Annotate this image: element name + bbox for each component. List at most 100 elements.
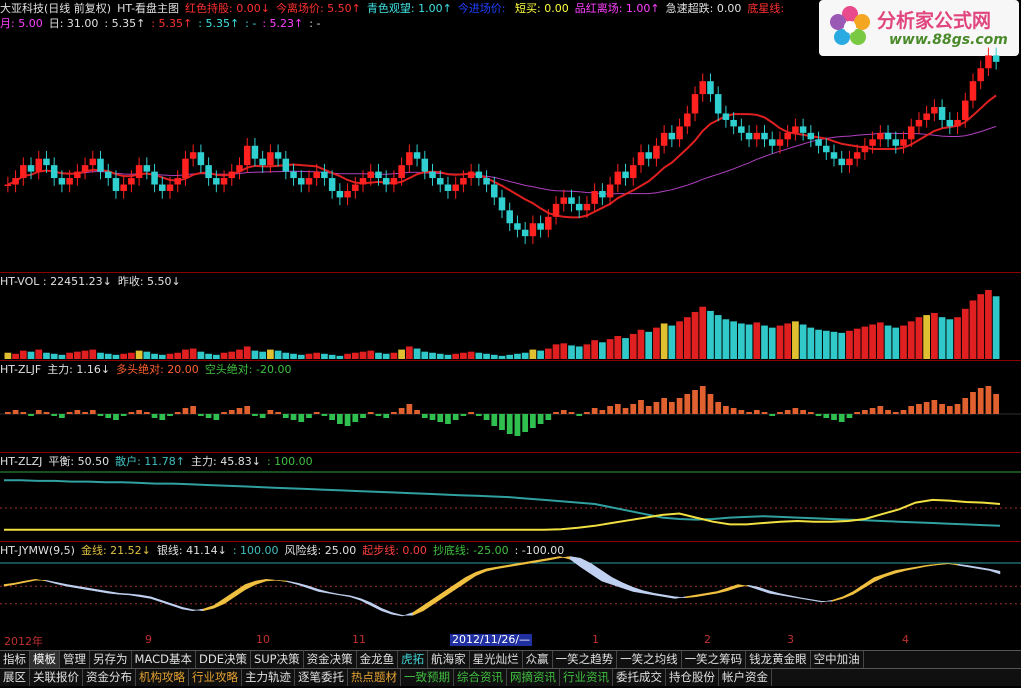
volume-bar: [490, 354, 498, 359]
candle-body: [50, 165, 58, 179]
volume-bar: [436, 353, 444, 359]
volume-bar: [668, 325, 676, 359]
volume-bar: [954, 317, 961, 359]
tab-item[interactable]: 逐笔委托: [295, 669, 348, 686]
tab-item[interactable]: 机构攻略: [136, 669, 189, 686]
candle-body: [506, 210, 513, 224]
tab-item[interactable]: 委托成交: [613, 669, 666, 686]
volume-bar: [560, 343, 568, 359]
tab-item[interactable]: 热点题材: [348, 669, 401, 686]
candle-body: [514, 223, 521, 230]
jymw-band: [77, 585, 89, 591]
tab-item[interactable]: 一笑之筹码: [682, 651, 747, 668]
tab-item[interactable]: DDE决策: [196, 651, 251, 668]
tab-item[interactable]: 帐户资金: [719, 669, 772, 686]
volume-bar: [212, 354, 220, 359]
date-tick-label: 3: [787, 633, 794, 646]
volume-bar: [305, 353, 313, 359]
jymw-band: [45, 579, 57, 585]
candle-body: [730, 119, 737, 127]
tab-item[interactable]: 另存为: [90, 651, 132, 668]
tab-item[interactable]: 持仓股份: [666, 669, 719, 686]
candle-body: [992, 55, 1000, 62]
volume-bar: [730, 321, 737, 359]
tab-item[interactable]: 关联报价: [30, 669, 83, 686]
volume-bar: [969, 300, 977, 359]
tab-item[interactable]: 空中加油: [811, 651, 864, 668]
candle-body: [537, 223, 544, 230]
candle-body: [946, 119, 954, 127]
jymw-band: [664, 594, 676, 599]
candle-body: [714, 94, 722, 114]
volume-bar: [529, 349, 537, 359]
tab-item[interactable]: 一笑之均线: [617, 651, 682, 668]
chart-canvas[interactable]: [0, 0, 1021, 633]
candle-body: [521, 229, 529, 237]
tab-item[interactable]: 星光灿烂: [470, 651, 523, 668]
candle-body: [892, 139, 900, 146]
jymw-band: [842, 591, 854, 599]
volume-bar: [398, 349, 405, 359]
candle-body: [483, 178, 490, 185]
candle-body: [622, 171, 629, 179]
tab-item[interactable]: 金龙鱼: [357, 651, 399, 668]
volume-bar: [390, 352, 398, 359]
jymw-band: [318, 589, 330, 594]
tab-item[interactable]: 钱龙黄金眼: [746, 651, 811, 668]
volume-bar: [405, 346, 413, 359]
tab-item[interactable]: 资金分布: [83, 669, 136, 686]
tab-item[interactable]: 综合资讯: [454, 669, 507, 686]
volume-bar: [683, 317, 691, 359]
candle-body: [753, 132, 761, 140]
jymw-band: [989, 568, 1001, 575]
volume-bar: [784, 323, 792, 359]
retail-line: [4, 479, 1001, 527]
tab-item[interactable]: 一致预期: [401, 669, 454, 686]
tab-item[interactable]: 网摘资讯: [507, 669, 560, 686]
jymw-band: [905, 566, 917, 571]
candle-body: [460, 178, 467, 185]
jymw-band: [863, 577, 875, 589]
candle-body: [375, 171, 382, 179]
tab-item[interactable]: 主力轨迹: [242, 669, 295, 686]
tab-item[interactable]: 展区: [0, 669, 30, 686]
tab-item[interactable]: 模板: [30, 651, 60, 668]
tab-item[interactable]: 虎拓: [398, 651, 429, 668]
tab-item[interactable]: MACD基本: [132, 651, 196, 668]
tab-item[interactable]: 航海家: [428, 651, 470, 668]
candle-body: [869, 139, 876, 146]
candle-body: [251, 145, 259, 159]
tab-item[interactable]: 行业攻略: [189, 669, 242, 686]
jymw-band: [391, 612, 403, 617]
tab-item[interactable]: SUP决策: [251, 651, 304, 668]
volume-bar: [336, 355, 344, 359]
volume-bar: [19, 350, 27, 359]
jymw-band: [894, 568, 906, 574]
volume-bar: [189, 348, 197, 359]
tab-item[interactable]: 资金决策: [304, 651, 357, 668]
candle-body: [398, 165, 405, 179]
tab-item[interactable]: 一笑之趋势: [553, 651, 618, 668]
candle-body: [877, 132, 884, 140]
jymw-band: [129, 593, 141, 598]
jymw-band: [884, 570, 896, 578]
volume-bar: [58, 354, 66, 359]
jymw-band: [832, 596, 843, 602]
jymw-band: [119, 592, 131, 596]
volume-bar: [43, 352, 50, 359]
tab-item[interactable]: 众赢: [523, 651, 553, 668]
candle-body: [815, 139, 822, 146]
jymw-band: [936, 563, 948, 566]
tab-item[interactable]: 行业资讯: [560, 669, 613, 686]
tab-item[interactable]: 管理: [60, 651, 90, 668]
candle-body: [81, 165, 89, 172]
volume-bar: [236, 349, 243, 359]
volume-bar: [359, 351, 367, 359]
volume-bar: [707, 310, 714, 359]
jymw-band: [622, 582, 634, 592]
tab-item[interactable]: 指标: [0, 651, 30, 668]
candle-body: [413, 152, 421, 159]
candle-body: [213, 178, 220, 185]
volume-bar: [575, 346, 583, 359]
volume-bar: [166, 353, 174, 359]
